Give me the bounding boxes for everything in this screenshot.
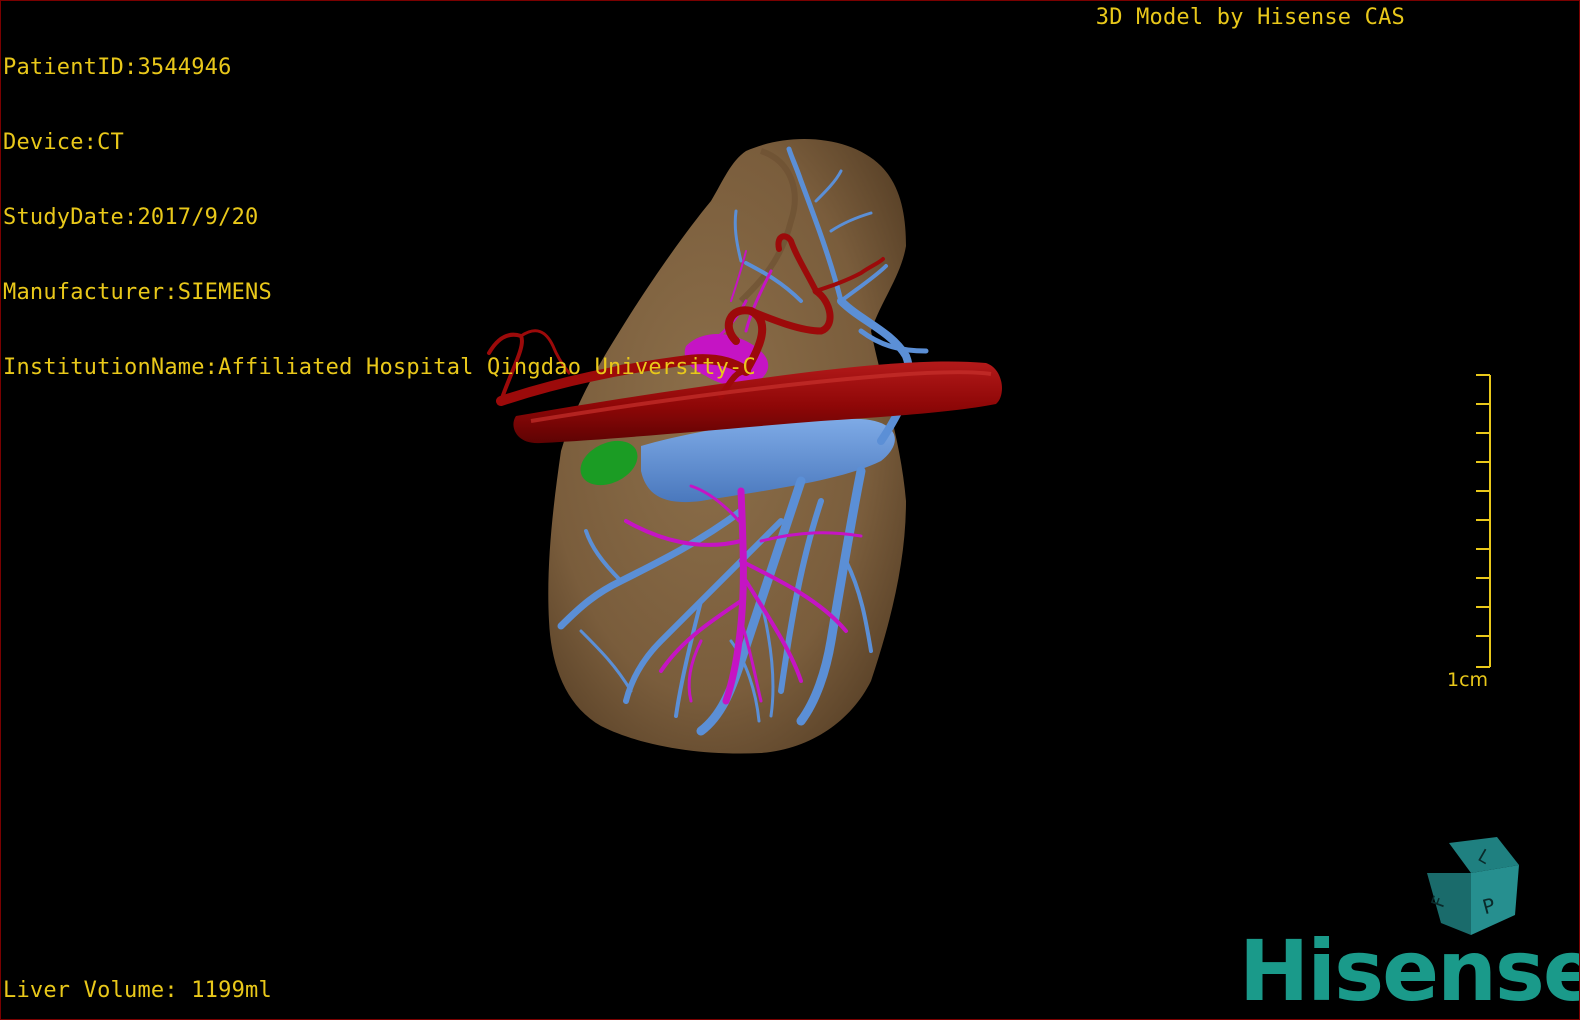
scale-bar-label: 1cm: [1447, 669, 1489, 691]
manufacturer-text: Manufacturer:SIEMENS: [3, 280, 272, 305]
scale-bar: [1476, 374, 1491, 668]
model-credit-text: 3D Model by Hisense CAS: [1095, 5, 1405, 30]
patient-id-text: PatientID:3544946: [3, 55, 232, 80]
hisense-logo: Hisense: [1239, 922, 1580, 1020]
3d-viewport[interactable]: PatientID:3544946 Device:CT StudyDate:20…: [0, 0, 1580, 1020]
patient-info-overlay: PatientID:3544946 Device:CT StudyDate:20…: [3, 5, 756, 430]
device-text: Device:CT: [3, 130, 125, 155]
liver-volume-text: Liver Volume: 1199ml: [3, 978, 272, 1003]
institution-text: InstitutionName:Affiliated Hospital Qing…: [3, 355, 756, 380]
study-date-text: StudyDate:2017/9/20: [3, 205, 259, 230]
